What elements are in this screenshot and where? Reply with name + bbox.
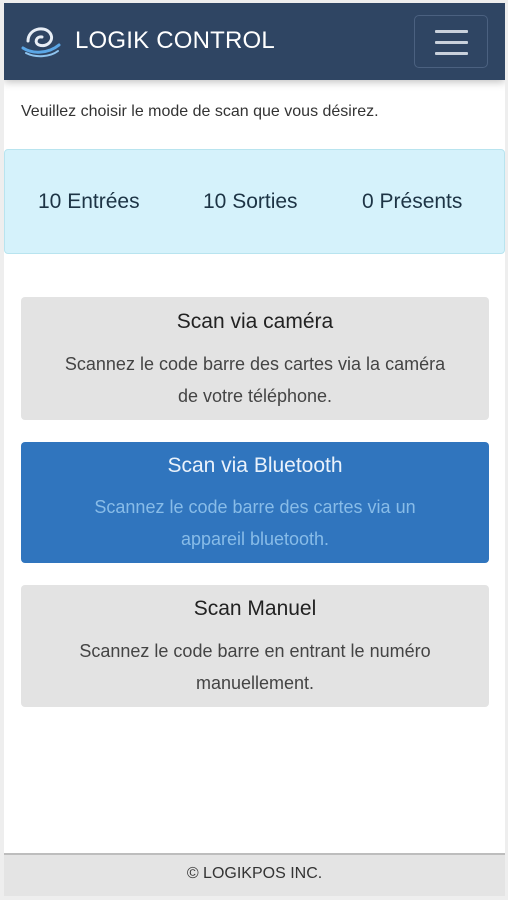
instruction-text: Veuillez choisir le mode de scan que vou… <box>21 103 379 120</box>
scan-bluetooth-option[interactable]: Scan via Bluetooth Scannez le code barre… <box>21 442 489 563</box>
hamburger-menu-icon <box>435 30 468 33</box>
scan-manual-description: Scannez le code barre en entrant le numé… <box>79 641 431 693</box>
stats-panel: 10 Entrées 10 Sorties 0 Présents <box>4 149 505 254</box>
scan-bluetooth-description: Scannez le code barre des cartes via un … <box>94 497 416 549</box>
exits-count: 10 Sorties <box>203 190 298 213</box>
swirl-logo-icon <box>21 27 61 58</box>
scan-camera-title: Scan via caméra <box>176 310 334 333</box>
navbar: LOGIK CONTROL <box>4 3 505 80</box>
present-count: 0 Présents <box>362 190 463 213</box>
menu-toggle-button[interactable] <box>414 15 488 68</box>
app-title: LOGIK CONTROL <box>75 27 275 54</box>
scan-manual-option[interactable]: Scan Manuel Scannez le code barre en ent… <box>21 585 489 707</box>
app-screen: LOGIK CONTROL Veuillez choisir le mode d… <box>4 3 505 896</box>
copyright-text: © LOGIKPOS INC. <box>186 865 323 882</box>
scan-bluetooth-title: Scan via Bluetooth <box>167 454 343 477</box>
scan-camera-description: Scannez le code barre des cartes via la … <box>64 354 446 406</box>
hamburger-menu-icon <box>435 52 468 55</box>
scan-manual-title: Scan Manuel <box>193 597 317 620</box>
entries-count: 10 Entrées <box>38 190 140 213</box>
hamburger-menu-icon <box>435 41 468 44</box>
scan-camera-option[interactable]: Scan via caméra Scannez le code barre de… <box>21 297 489 420</box>
footer: © LOGIKPOS INC. <box>4 853 505 896</box>
